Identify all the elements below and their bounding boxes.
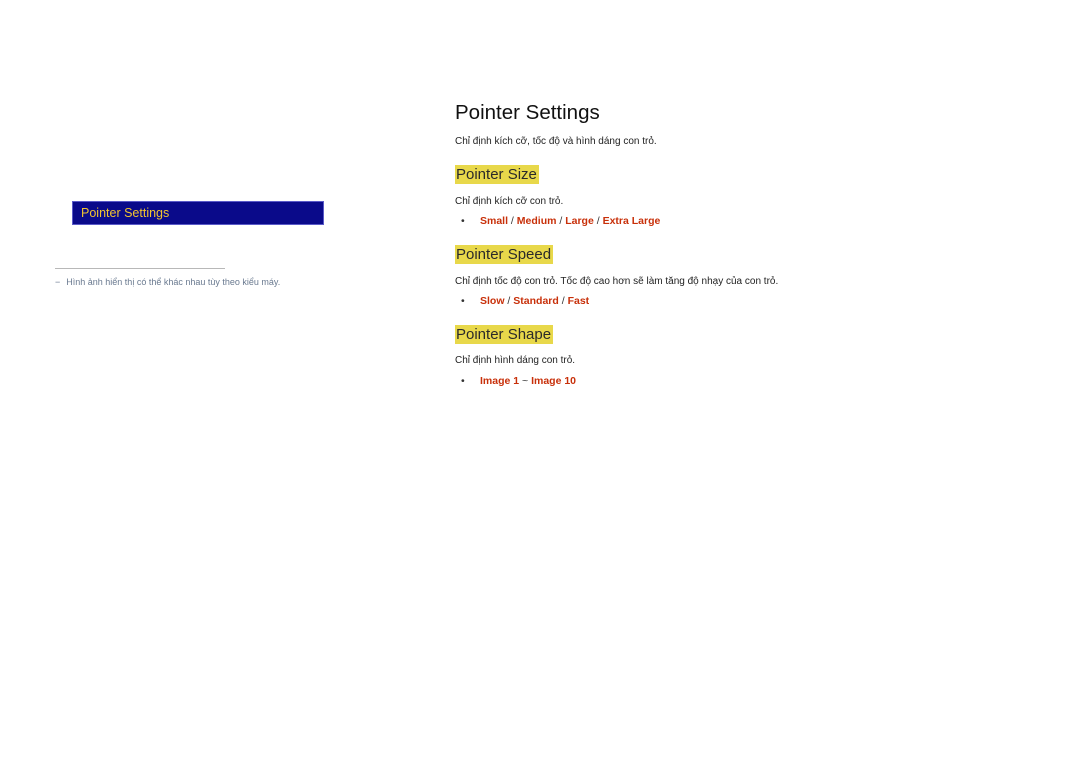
option-image-10: Image 10 xyxy=(531,375,577,387)
sidebar-item-label: Pointer Settings xyxy=(81,206,170,220)
footnote-text: Hình ảnh hiển thị có thể khác nhau tùy t… xyxy=(66,277,281,287)
option-separator: / xyxy=(593,215,603,227)
option-large: Large xyxy=(565,215,594,227)
options-pointer-speed: • Slow / Standard / Fast xyxy=(455,295,589,307)
option-medium: Medium xyxy=(516,215,557,227)
option-slow: Slow xyxy=(480,295,505,307)
option-separator: / xyxy=(504,295,514,307)
option-image-1: Image 1 xyxy=(480,375,520,387)
footnote-dash: − xyxy=(55,277,61,287)
section-heading-pointer-size: Pointer Size xyxy=(455,165,539,184)
option-separator: / xyxy=(558,295,568,307)
footnote-divider xyxy=(55,268,225,269)
bullet-icon: • xyxy=(461,215,465,227)
option-fast: Fast xyxy=(567,295,590,307)
section-heading-pointer-speed: Pointer Speed xyxy=(455,245,554,264)
options-pointer-shape: • Image 1 ~ Image 10 xyxy=(455,375,576,387)
option-extra-large: Extra Large xyxy=(602,215,661,227)
options-pointer-size: • Small / Medium / Large / Extra Large xyxy=(455,215,660,227)
option-range-separator: ~ xyxy=(519,375,532,387)
section-heading-pointer-shape: Pointer Shape xyxy=(455,325,554,344)
footnote: − Hình ảnh hiển thị có thể khác nhau tùy … xyxy=(55,277,280,287)
page-description: Chỉ định kích cỡ, tốc độ và hình dáng co… xyxy=(455,136,657,147)
option-small: Small xyxy=(480,215,509,227)
sidebar-active-item[interactable]: Pointer Settings xyxy=(72,201,324,225)
option-standard: Standard xyxy=(513,295,559,307)
section-description-pointer-size: Chỉ định kích cỡ con trỏ. xyxy=(455,196,564,207)
option-separator: / xyxy=(508,215,517,227)
section-description-pointer-speed: Chỉ định tốc độ con trỏ. Tốc độ cao hơn … xyxy=(455,276,779,287)
page-title: Pointer Settings xyxy=(455,101,600,124)
bullet-icon: • xyxy=(461,375,465,387)
bullet-icon: • xyxy=(461,295,465,307)
section-description-pointer-shape: Chỉ định hình dáng con trỏ. xyxy=(455,355,576,366)
option-separator: / xyxy=(556,215,566,227)
